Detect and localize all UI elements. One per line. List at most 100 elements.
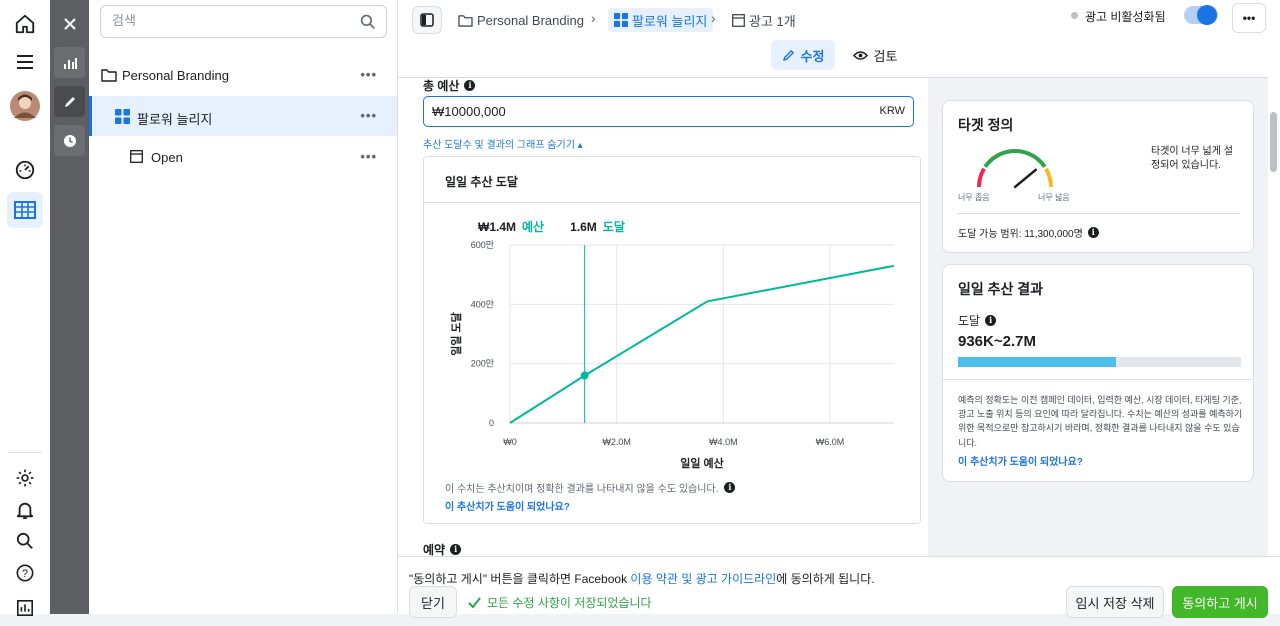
tree-item-ad[interactable]: Open ••• — [89, 137, 397, 177]
tree-item-ad-more-button[interactable]: ••• — [360, 149, 377, 164]
info-icon[interactable]: i — [724, 482, 736, 493]
discard-draft-button[interactable]: 임시 저장 삭제 — [1066, 586, 1164, 618]
tab-review[interactable]: 검토 — [845, 40, 905, 70]
rail-divider — [8, 452, 42, 453]
selection-indicator — [89, 96, 92, 136]
history-clock-icon[interactable] — [54, 125, 85, 156]
x-axis-label: 일일 예산 — [680, 456, 724, 470]
help-icon[interactable]: ? — [7, 555, 43, 591]
tree-item-campaign-more-button[interactable]: ••• — [360, 67, 377, 82]
info-icon[interactable]: i — [1087, 227, 1099, 238]
campaign-toggle[interactable] — [1184, 5, 1218, 25]
info-icon[interactable]: i — [450, 544, 462, 555]
potential-reach: 도달 가능 범위: 11,300,000명 i — [958, 225, 1099, 240]
summary-reach-label: 도달 — [602, 220, 625, 234]
tree-item-campaign[interactable]: Personal Branding ••• — [89, 55, 397, 95]
tree-item-campaign-label: Personal Branding — [122, 68, 229, 83]
tree-item-adset[interactable]: 팔로워 늘리지 ••• — [89, 96, 397, 136]
avatar[interactable] — [7, 88, 43, 124]
status-label: 광고 비활성화됨 — [1085, 10, 1166, 24]
daily-reach-title: 일일 추산 도달 — [445, 175, 518, 189]
reach-help-link[interactable]: 이 추산치가 도움이 되었나요? — [445, 498, 570, 513]
y-tick-label: 0 — [489, 418, 494, 428]
x-tick-label: ₩2.0M — [602, 437, 631, 447]
scrollbar-thumb[interactable] — [1270, 112, 1277, 172]
gauge-broad-segment — [1044, 167, 1053, 188]
search-icon[interactable] — [7, 523, 43, 559]
editor-content: 총 예산 i ₩10000,000 KRW 추산 도달수 및 결과의 그래프 숨… — [398, 78, 1268, 556]
content-scrollbar[interactable] — [1268, 40, 1280, 556]
tree-item-adset-label: 팔로워 늘리지 — [137, 112, 213, 127]
budget-section-heading: 총 예산 i — [423, 78, 476, 94]
search-input[interactable] — [112, 13, 342, 28]
audience-definition-card: 타겟 정의 너무 좁음 너무 넓음 타겟이 너무 넓게 설정되어 있습니다. 도… — [942, 100, 1254, 253]
more-options-button[interactable]: ••• — [1232, 3, 1266, 33]
budget-label: 총 예산 — [423, 79, 460, 93]
search-icon[interactable] — [360, 14, 376, 30]
results-help-link[interactable]: 이 추산치가 도움이 되었나요? — [958, 453, 1083, 468]
adset-grid-icon — [614, 13, 628, 27]
charts-icon[interactable] — [54, 47, 85, 78]
results-metric-value: 936K~2.7M — [958, 333, 1036, 350]
daily-results-card: 일일 추산 결과 도달 i 936K~2.7M 예측의 정확도는 이전 캠페인 … — [942, 264, 1254, 482]
report-icon[interactable] — [7, 590, 43, 626]
budget-field[interactable]: ₩10000,000 KRW — [423, 96, 914, 127]
eye-icon — [852, 50, 868, 61]
toggle-graph-link[interactable]: 추산 도달수 및 결과의 그래프 숨기기 ▴ — [423, 136, 583, 151]
audience-gauge — [977, 149, 1053, 189]
toggle-tree-panel-button[interactable] — [412, 6, 442, 34]
terms-link[interactable]: 이용 약관 및 광고 가이드라인 — [630, 572, 776, 586]
close-button[interactable]: 닫기 — [409, 586, 457, 618]
terms-prefix: "동의하고 게시" 버튼을 클릭하면 Facebook — [409, 572, 631, 586]
tree-item-ad-label: Open — [151, 150, 183, 165]
currency-label: KRW — [879, 105, 905, 117]
publish-button[interactable]: 동의하고 게시 — [1172, 586, 1268, 618]
dashboard-icon[interactable] — [7, 152, 43, 188]
close-icon[interactable] — [54, 8, 85, 39]
chart-disclaimer-text: 이 수치는 추산치이며 정확한 결과를 나타내지 않을 수도 있습니다. — [445, 484, 719, 495]
daily-reach-card: 일일 추산 도달 ₩1.4M 예산 1.6M 도달 0 200만 400만 600만 ₩… — [423, 156, 921, 524]
ads-manager-table-icon[interactable] — [7, 192, 43, 228]
adset-form: 총 예산 i ₩10000,000 KRW 추산 도달수 및 결과의 그래프 숨… — [398, 78, 928, 556]
tab-review-label: 검토 — [873, 48, 898, 64]
results-range-bar — [958, 357, 1241, 367]
terms-notice: "동의하고 게시" 버튼을 클릭하면 Facebook 이용 약관 및 광고 가… — [409, 570, 875, 587]
toggle-knob — [1197, 5, 1217, 25]
pencil-icon — [782, 49, 795, 62]
daily-reach-chart[interactable]: 0 200만 400만 600만 ₩0 ₩2.0M ₩4.0M ₩6.0M 일일 예산 일일 도달 — [434, 235, 910, 475]
y-tick-label: 200만 — [471, 359, 494, 369]
breadcrumb-ad[interactable]: 광고 1개 — [732, 8, 796, 32]
search-field[interactable] — [100, 5, 387, 38]
card-divider — [958, 213, 1240, 214]
chevron-right-icon: › — [711, 10, 716, 26]
budget-input[interactable]: ₩10000,000 — [432, 104, 506, 119]
x-tick-label: ₩6.0M — [816, 437, 845, 447]
menu-icon[interactable] — [7, 44, 43, 80]
settings-gear-icon[interactable] — [7, 460, 43, 496]
breadcrumb-campaign[interactable]: Personal Branding — [458, 8, 584, 32]
results-metric: 도달 i — [958, 312, 997, 329]
checkmark-icon — [468, 597, 481, 608]
breadcrumb-adset[interactable]: 팔로워 늘리지 — [608, 8, 714, 32]
card-divider — [424, 202, 920, 203]
left-rail: ? — [0, 0, 50, 617]
info-icon[interactable]: i — [985, 315, 997, 326]
card-divider — [943, 379, 1253, 380]
info-icon[interactable]: i — [464, 80, 476, 91]
breadcrumb-campaign-label: Personal Branding — [477, 12, 584, 28]
editor-tool-strip — [50, 0, 89, 614]
results-card-title: 일일 추산 결과 — [958, 281, 1044, 297]
svg-text:?: ? — [22, 568, 28, 580]
editor-header: Personal Branding › 팔로워 늘리지 › 광고 1개 광고 비… — [398, 0, 1280, 78]
potential-reach-text: 도달 가능 범위: 11,300,000명 — [958, 229, 1083, 240]
home-icon[interactable] — [7, 6, 43, 42]
chevron-right-icon: › — [591, 10, 596, 26]
tab-edit[interactable]: 수정 — [771, 40, 835, 70]
pencil-edit-icon[interactable] — [54, 86, 85, 117]
x-tick-label: ₩0 — [503, 437, 517, 447]
tree-item-adset-more-button[interactable]: ••• — [360, 108, 377, 123]
tab-edit-label: 수정 — [800, 48, 825, 64]
gauge-broad-label: 너무 넓음 — [1038, 193, 1070, 202]
results-range-fill — [958, 357, 1117, 367]
gauge-ideal-segment — [983, 149, 1047, 168]
